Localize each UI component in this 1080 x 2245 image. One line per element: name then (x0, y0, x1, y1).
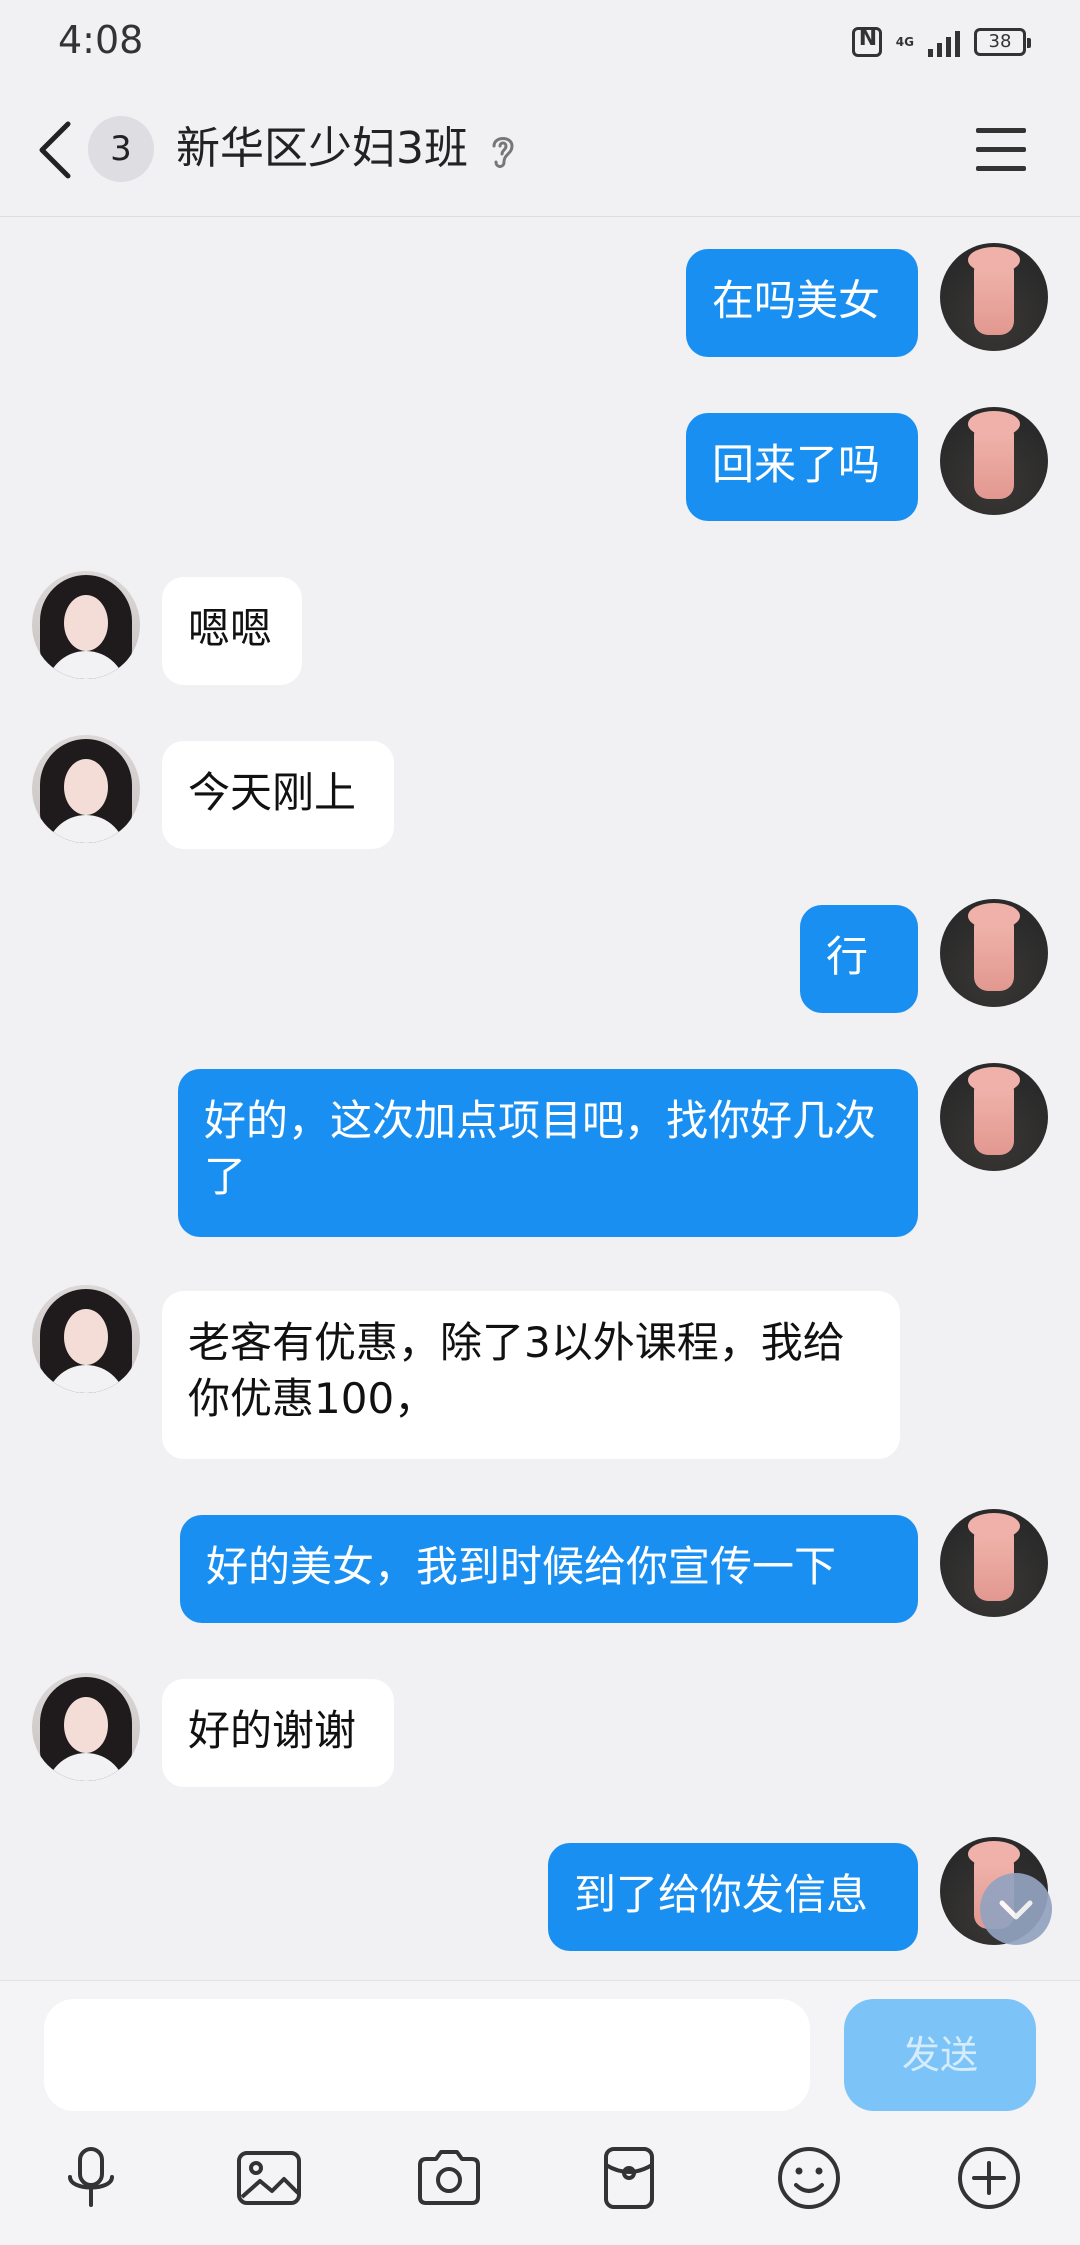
message-bubble[interactable]: 嗯嗯 (162, 577, 302, 685)
message-bubble[interactable]: 今天刚上 (162, 741, 394, 849)
ear-icon (488, 132, 518, 170)
message-row: 好的，这次加点项目吧，找你好几次了 (0, 1037, 1080, 1237)
back-button[interactable] (34, 114, 78, 186)
message-list[interactable]: 在吗美女 回来了吗 嗯嗯 今天刚上 行 好的，这次加点项目吧，找你好几次了 老客… (0, 217, 1080, 1979)
message-row: 行 (0, 873, 1080, 1013)
emoji-icon[interactable] (774, 2143, 844, 2213)
message-row: 到了给你发信息 (0, 1811, 1080, 1951)
plus-icon[interactable] (954, 2143, 1024, 2213)
message-row: 今天刚上 (0, 709, 1080, 849)
self-avatar[interactable] (940, 1063, 1048, 1171)
message-input[interactable] (44, 1999, 810, 2111)
chat-title[interactable]: 新华区少妇3班 (176, 118, 468, 180)
scroll-to-bottom-button[interactable] (980, 1873, 1052, 1945)
self-avatar[interactable] (940, 899, 1048, 1007)
battery-icon: 38 (974, 28, 1031, 56)
message-row: 老客有优惠，除了3以外课程，我给你优惠100， (0, 1259, 1080, 1459)
send-button[interactable]: 发送 (844, 1999, 1036, 2111)
message-row: 嗯嗯 (0, 545, 1080, 685)
network-type-label: 4G (895, 35, 914, 49)
self-avatar[interactable] (940, 1509, 1048, 1617)
image-icon[interactable] (234, 2143, 304, 2213)
self-avatar[interactable] (940, 243, 1048, 351)
message-bubble[interactable]: 好的谢谢 (162, 1679, 394, 1787)
message-bubble[interactable]: 在吗美女 (686, 249, 918, 357)
contact-avatar[interactable] (32, 571, 140, 679)
message-bubble[interactable]: 行 (800, 905, 918, 1013)
menu-button[interactable] (976, 128, 1030, 172)
contact-avatar[interactable] (32, 735, 140, 843)
message-bubble[interactable]: 到了给你发信息 (548, 1843, 918, 1951)
nfc-icon (851, 26, 882, 57)
chevron-down-icon (999, 1900, 1033, 1920)
message-row: 好的谢谢 (0, 1647, 1080, 1787)
status-time: 4:08 (58, 18, 144, 62)
contact-avatar[interactable] (32, 1673, 140, 1781)
message-row: 好的美女，我到时候给你宣传一下 (0, 1483, 1080, 1623)
message-bubble[interactable]: 好的美女，我到时候给你宣传一下 (180, 1515, 918, 1623)
signal-icon (928, 27, 960, 57)
status-bar: 4:08 4G 38 (0, 0, 1080, 84)
member-count-badge: 3 (88, 116, 154, 182)
message-bubble[interactable]: 老客有优惠，除了3以外课程，我给你优惠100， (162, 1291, 900, 1459)
chevron-left-icon (39, 121, 71, 179)
mic-icon[interactable] (56, 2143, 126, 2213)
self-avatar[interactable] (940, 407, 1048, 515)
message-bubble[interactable]: 好的，这次加点项目吧，找你好几次了 (178, 1069, 918, 1237)
status-icons: 4G 38 (851, 20, 1031, 64)
camera-icon[interactable] (414, 2143, 484, 2213)
input-bar: 发送 (0, 1980, 1080, 2245)
message-row: 回来了吗 (0, 381, 1080, 521)
contact-avatar[interactable] (32, 1285, 140, 1393)
message-row: 在吗美女 (0, 217, 1080, 357)
message-bubble[interactable]: 回来了吗 (686, 413, 918, 521)
chat-header: 3 新华区少妇3班 (0, 84, 1080, 217)
red-packet-icon[interactable] (594, 2143, 664, 2213)
